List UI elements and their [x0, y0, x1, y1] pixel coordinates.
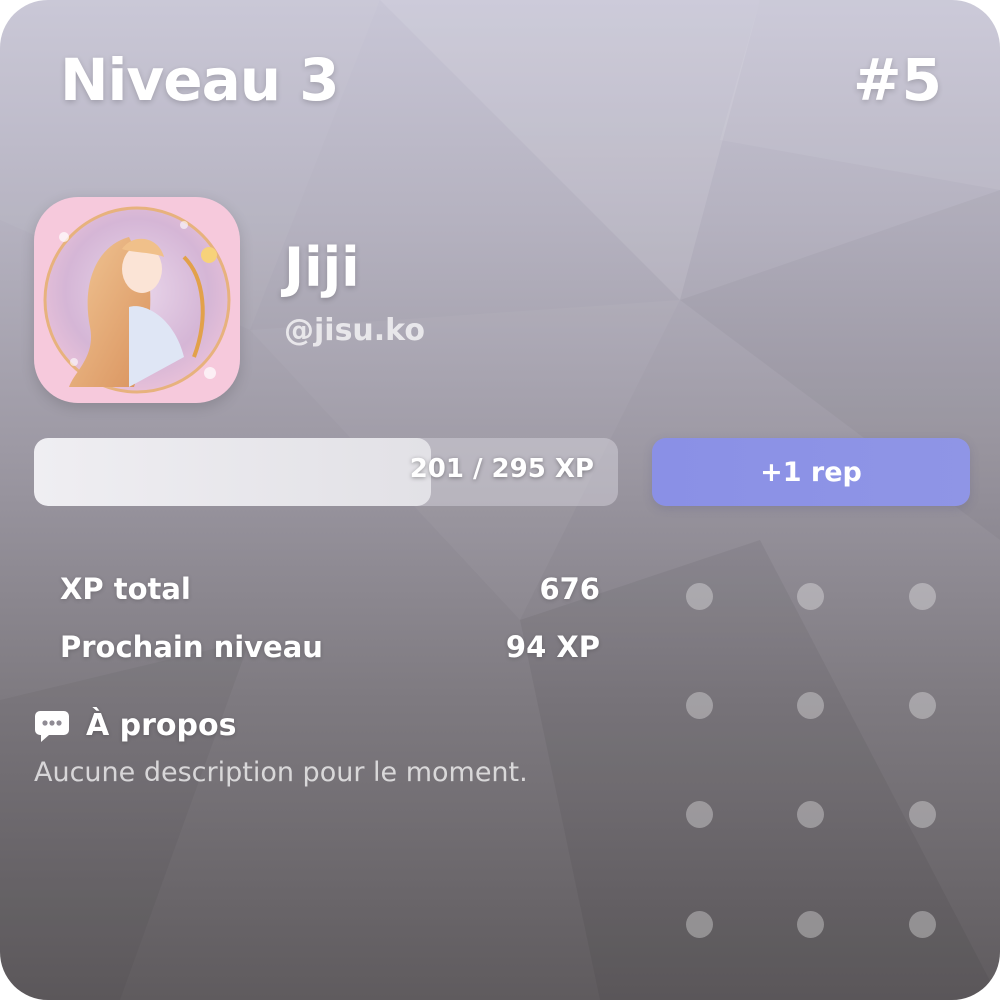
add-rep-button[interactable]: +1 rep	[652, 438, 970, 506]
decor-dot	[909, 911, 936, 938]
decor-dot	[797, 583, 824, 610]
xp-progress-text: 201 / 295 XP	[409, 454, 594, 484]
stat-value: 94 XP	[505, 630, 600, 664]
rank-badge: #5	[853, 46, 942, 114]
decor-dot	[686, 583, 713, 610]
decor-dot	[909, 692, 936, 719]
chat-bubble-icon	[35, 710, 69, 742]
stat-label: Prochain niveau	[60, 630, 323, 664]
decor-dot	[686, 692, 713, 719]
stat-row-xp-total: XP total 676	[60, 560, 600, 618]
stat-value: 676	[539, 572, 600, 606]
avatar-image	[34, 197, 240, 403]
xp-progress-fill	[34, 438, 432, 506]
about-header: À propos	[34, 708, 236, 743]
decor-dot	[797, 911, 824, 938]
about-description: Aucune description pour le moment.	[34, 757, 528, 788]
decor-dot	[909, 801, 936, 828]
decor-dot	[797, 692, 824, 719]
level-title: Niveau 3	[60, 46, 340, 114]
profile-card: Niveau 3 #5 Jiji @jisu.ko 201 / 295 XP +…	[0, 0, 1000, 1000]
xp-progress-bar: 201 / 295 XP	[34, 438, 618, 506]
decor-dot	[797, 801, 824, 828]
about-title: À propos	[86, 708, 237, 743]
display-name: Jiji	[284, 236, 360, 299]
stat-row-next-level: Prochain niveau 94 XP	[60, 618, 600, 676]
avatar[interactable]	[34, 197, 240, 403]
decor-dot	[909, 583, 936, 610]
stat-label: XP total	[60, 572, 191, 606]
user-handle: @jisu.ko	[284, 313, 425, 348]
decor-dot	[686, 801, 713, 828]
decor-dot	[686, 911, 713, 938]
stats-list: XP total 676 Prochain niveau 94 XP	[60, 560, 600, 676]
